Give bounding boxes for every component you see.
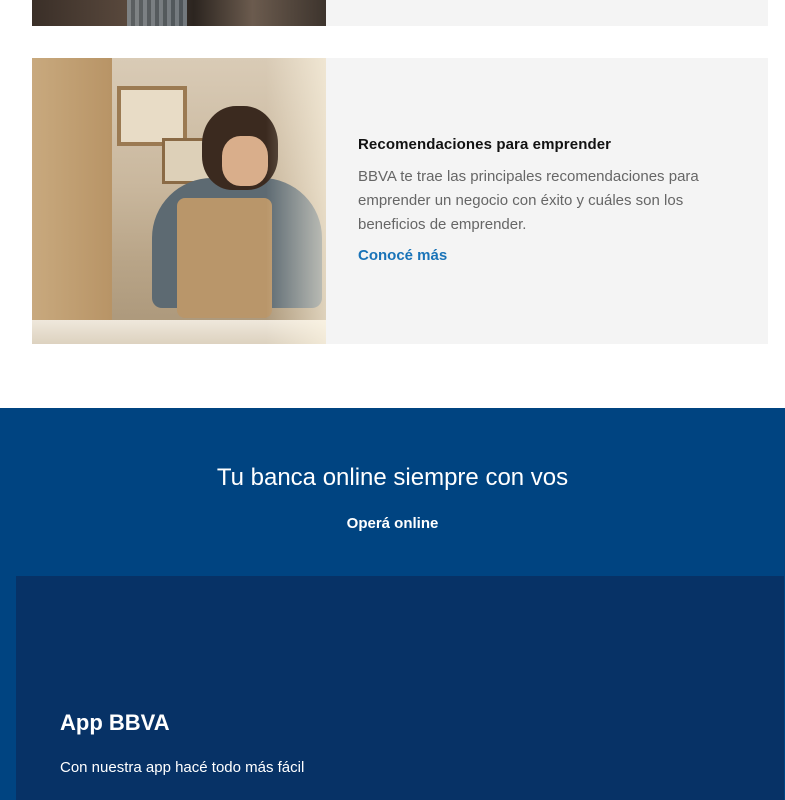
photo-frame <box>117 86 187 146</box>
photo-light <box>266 58 326 344</box>
photo-person-face <box>222 136 268 186</box>
photo-person-apron <box>177 198 272 318</box>
app-description: Con nuestra app hacé todo más fácil <box>60 759 305 776</box>
card-previous-image <box>32 0 326 26</box>
app-bbva-panel: App BBVA Con nuestra app hacé todo más f… <box>16 576 784 800</box>
opera-online-link[interactable]: Operá online <box>0 515 785 532</box>
conoce-mas-link[interactable]: Conocé más <box>358 247 447 264</box>
section-heading: Tu banca online siempre con vos <box>216 464 569 491</box>
card-previous <box>32 0 768 26</box>
card-description: BBVA te trae las principales recomendaci… <box>358 168 699 233</box>
online-banking-section: Tu banca online siempre con vos Operá on… <box>0 408 785 800</box>
card-emprender: Recomendaciones para emprender BBVA te t… <box>32 58 768 344</box>
photo-shelf <box>32 58 112 328</box>
card-emprender-content: Recomendaciones para emprender BBVA te t… <box>326 58 768 344</box>
app-title: App BBVA <box>60 710 170 735</box>
card-emprender-image <box>32 58 326 344</box>
card-title: Recomendaciones para emprender <box>358 136 612 153</box>
